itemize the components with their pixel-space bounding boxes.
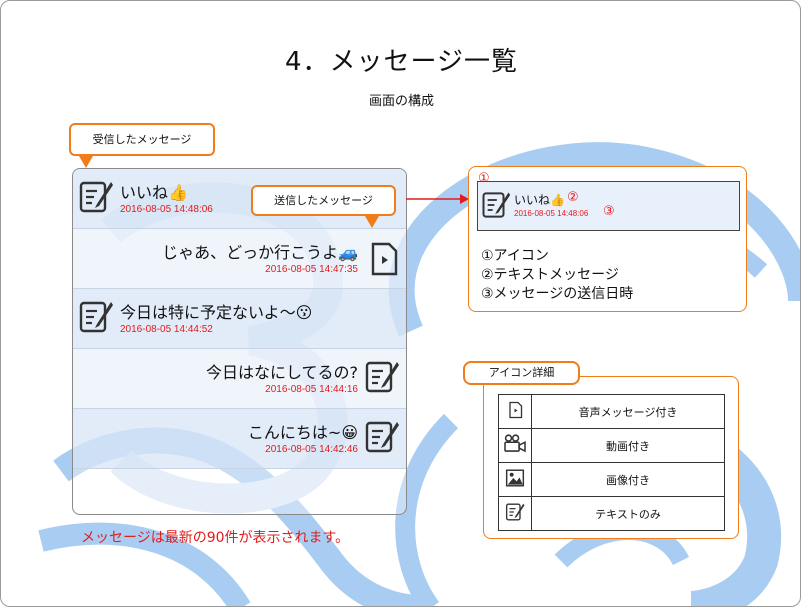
- message-timestamp: 2016-08-05 14:44:16: [265, 384, 358, 395]
- message-limit-note: メッセージは最新の90件が表示されます。: [81, 530, 350, 546]
- table-icon-cell: [498, 428, 532, 463]
- message-row[interactable]: じゃあ、どっか行こうよ🚙 2016-08-05 14:47:35: [73, 229, 406, 289]
- table-label-cell: 動画付き: [531, 428, 725, 463]
- message-row[interactable]: 今日はなにしてるの? 2016-08-05 14:44:16: [73, 349, 406, 409]
- audio-file-icon: [371, 242, 398, 276]
- legend-text-message: ②テキストメッセージ: [481, 267, 619, 283]
- table-icon-cell: [498, 462, 532, 497]
- text-icon: [79, 181, 113, 213]
- message-timestamp: 2016-08-05 14:48:06: [120, 204, 213, 215]
- message-row[interactable]: 今日は特に予定ないよ〜😗 2016-08-05 14:44:52: [73, 289, 406, 349]
- page-subtitle: 画面の構成: [368, 94, 434, 109]
- slide: 4．メッセージ一覧 画面の構成 いいね👍 2016-08-05 14:48:06…: [0, 0, 801, 607]
- table-row: 音声メッセージ付き: [498, 394, 725, 429]
- table-row: テキストのみ: [498, 496, 725, 531]
- text-icon: [79, 301, 113, 333]
- video-camera-icon: [504, 434, 526, 453]
- legend-send-datetime: ③メッセージの送信日時: [481, 286, 634, 302]
- message-text: こんにちは~😀: [247, 423, 358, 442]
- text-icon: [506, 503, 525, 521]
- callout-tail: [79, 156, 93, 168]
- table-row: 画像付き: [498, 462, 725, 497]
- pointer-arrow: [406, 194, 469, 204]
- table-label-cell: 音声メッセージ付き: [531, 394, 725, 429]
- icon-detail-callout: アイコン詳細: [463, 361, 580, 385]
- sample-message-text: いいね👍: [514, 193, 565, 207]
- page-title: 4．メッセージ一覧: [284, 47, 519, 77]
- text-icon: [365, 421, 399, 453]
- text-icon: [482, 192, 511, 218]
- legend-icon: ①アイコン: [481, 248, 549, 264]
- message-timestamp: 2016-08-05 14:47:35: [265, 264, 358, 275]
- message-text: じゃあ、どっか行こうよ🚙: [162, 243, 358, 262]
- callout-tail: [365, 216, 379, 228]
- table-icon-cell: [498, 394, 532, 429]
- image-icon: [505, 469, 525, 487]
- message-list-screen: いいね👍 2016-08-05 14:48:06 じゃあ、どっか行こうよ🚙 20…: [72, 168, 407, 515]
- message-timestamp: 2016-08-05 14:44:52: [120, 324, 213, 335]
- message-text: 今日はなにしてるの?: [205, 363, 358, 382]
- marker-1: ①: [478, 171, 490, 186]
- message-text: 今日は特に予定ないよ〜😗: [120, 303, 313, 322]
- text-icon: [365, 361, 399, 393]
- message-text: いいね👍: [120, 183, 188, 202]
- table-label-cell: 画像付き: [531, 462, 725, 497]
- table-row: 動画付き: [498, 428, 725, 463]
- callout-label: 送信したメッセージ: [274, 194, 373, 207]
- callout-label: 受信したメッセージ: [92, 133, 192, 146]
- message-timestamp: 2016-08-05 14:42:46: [265, 444, 358, 455]
- icon-detail-table: 音声メッセージ付き 動画付き 画像付き テキストのみ: [498, 394, 725, 531]
- audio-file-icon: [509, 401, 523, 419]
- sent-message-callout: 送信したメッセージ: [251, 185, 396, 228]
- table-label-cell: テキストのみ: [531, 496, 725, 531]
- marker-2: ②: [567, 190, 579, 205]
- message-row[interactable]: こんにちは~😀 2016-08-05 14:42:46: [73, 409, 406, 469]
- table-icon-cell: [498, 496, 532, 531]
- received-message-callout: 受信したメッセージ: [69, 123, 215, 168]
- sample-message-timestamp: 2016-08-05 14:48:06: [514, 209, 589, 218]
- marker-3: ③: [603, 204, 615, 219]
- callout-label: アイコン詳細: [488, 366, 555, 379]
